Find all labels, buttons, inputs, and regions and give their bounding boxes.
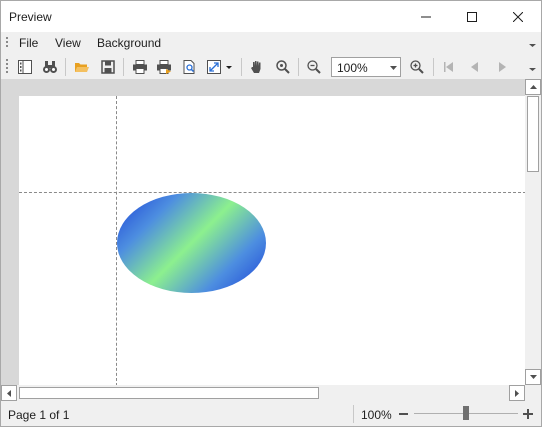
previous-page-button[interactable] bbox=[464, 57, 486, 77]
page-setup-icon bbox=[183, 60, 195, 74]
open-button[interactable] bbox=[71, 57, 93, 77]
find-icon bbox=[43, 61, 57, 73]
document-viewport[interactable] bbox=[1, 79, 541, 401]
document-page bbox=[19, 96, 526, 386]
scroll-right-button[interactable] bbox=[509, 385, 525, 401]
gradient-ellipse-shape bbox=[117, 193, 266, 293]
menu-grip-handle[interactable] bbox=[6, 37, 8, 49]
menu-background[interactable]: Background bbox=[97, 36, 161, 50]
toolbar-separator bbox=[433, 58, 434, 76]
horizontal-scrollbar[interactable] bbox=[1, 385, 525, 401]
print-icon bbox=[133, 60, 147, 74]
toolbar-separator bbox=[65, 58, 66, 76]
zoom-combo-value: 100% bbox=[337, 61, 368, 75]
horizontal-scroll-thumb[interactable] bbox=[19, 387, 319, 399]
page-setup-button[interactable] bbox=[178, 57, 200, 77]
first-page-button[interactable] bbox=[438, 57, 460, 77]
quick-print-button[interactable] bbox=[153, 57, 175, 77]
scroll-up-button[interactable] bbox=[525, 79, 541, 95]
hand-tool-button[interactable] bbox=[246, 57, 268, 77]
thumbnails-icon bbox=[18, 60, 32, 74]
window-title: Preview bbox=[9, 10, 52, 24]
toolbar: 100% bbox=[1, 55, 541, 79]
zoom-increase-button[interactable] bbox=[523, 409, 533, 419]
minimize-button[interactable] bbox=[403, 1, 449, 32]
scroll-left-button[interactable] bbox=[1, 385, 17, 401]
previous-page-icon bbox=[471, 62, 478, 72]
next-page-button[interactable] bbox=[491, 57, 513, 77]
maximize-button[interactable] bbox=[449, 1, 495, 32]
menu-view[interactable]: View bbox=[55, 36, 81, 50]
chevron-right-icon bbox=[515, 389, 519, 397]
hand-icon bbox=[251, 61, 261, 73]
toolbar-overflow-icon[interactable] bbox=[528, 61, 537, 73]
status-separator bbox=[353, 405, 354, 423]
chevron-down-icon bbox=[390, 66, 397, 70]
preview-window: Preview File View Background 100% Page 1… bbox=[0, 0, 542, 427]
zoom-combo[interactable]: 100% bbox=[331, 57, 401, 77]
margin-guide-horizontal bbox=[19, 192, 526, 193]
zoom-decrease-button[interactable] bbox=[399, 413, 408, 415]
first-page-icon bbox=[444, 62, 453, 72]
page-indicator: Page 1 of 1 bbox=[8, 408, 70, 422]
status-bar: Page 1 of 1 100% bbox=[1, 401, 541, 426]
chevron-up-icon bbox=[529, 85, 537, 89]
toolbar-separator bbox=[298, 58, 299, 76]
scroll-down-button[interactable] bbox=[525, 369, 541, 385]
title-bar: Preview bbox=[1, 1, 541, 32]
toolbar-separator bbox=[123, 58, 124, 76]
zoom-slider-thumb[interactable] bbox=[463, 406, 469, 420]
scrollbar-corner bbox=[525, 385, 541, 401]
chevron-down-icon bbox=[529, 375, 537, 379]
print-button[interactable] bbox=[129, 57, 151, 77]
quick-print-icon bbox=[157, 60, 171, 74]
magnifier-icon bbox=[276, 60, 290, 74]
open-icon bbox=[75, 63, 89, 72]
chevron-left-icon bbox=[7, 389, 11, 397]
magnifier-button[interactable] bbox=[272, 57, 294, 77]
next-page-icon bbox=[499, 62, 506, 72]
close-button[interactable] bbox=[495, 1, 541, 32]
toolbar-grip-handle[interactable] bbox=[6, 59, 8, 75]
zoom-out-icon bbox=[307, 60, 321, 74]
zoom-in-button[interactable] bbox=[406, 57, 428, 77]
zoom-in-icon bbox=[410, 60, 424, 74]
vertical-scrollbar[interactable] bbox=[525, 79, 541, 385]
toolbar-separator bbox=[241, 58, 242, 76]
save-button[interactable] bbox=[97, 57, 119, 77]
menu-overflow-icon[interactable] bbox=[528, 37, 537, 49]
scale-button[interactable] bbox=[204, 57, 236, 77]
save-icon bbox=[101, 60, 115, 74]
find-button[interactable] bbox=[39, 57, 61, 77]
vertical-scroll-thumb[interactable] bbox=[527, 96, 539, 172]
zoom-out-button[interactable] bbox=[303, 57, 325, 77]
scale-icon bbox=[207, 60, 232, 74]
menu-bar: File View Background bbox=[1, 32, 541, 54]
zoom-percent-label: 100% bbox=[361, 408, 392, 422]
menu-file[interactable]: File bbox=[19, 36, 38, 50]
thumbnails-button[interactable] bbox=[14, 57, 36, 77]
